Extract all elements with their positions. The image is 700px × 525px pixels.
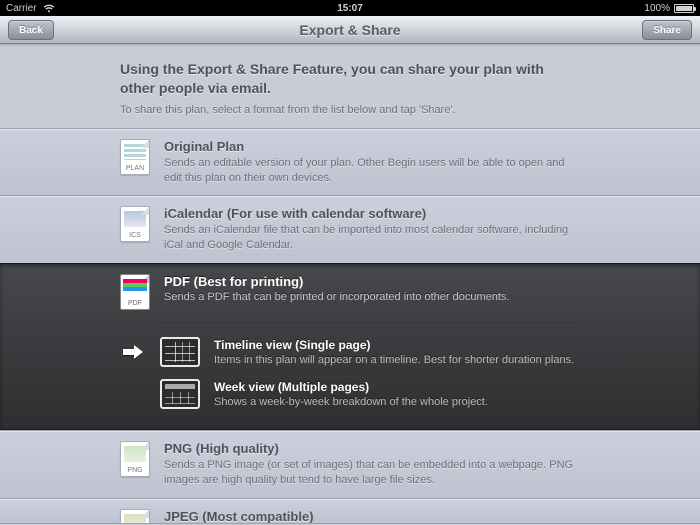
format-title: iCalendar (For use with calendar softwar… [164, 206, 580, 221]
file-jpeg-icon [120, 509, 150, 524]
format-desc: Sends a PDF that can be printed or incor… [164, 291, 509, 303]
option-title: Timeline view (Single page) [214, 338, 574, 352]
option-title: Week view (Multiple pages) [214, 380, 488, 394]
format-title: Original Plan [164, 139, 580, 154]
format-row-png[interactable]: PNG PNG (High quality) Sends a PNG image… [0, 430, 700, 498]
battery-icon [674, 4, 694, 13]
option-desc: Items in this plan will appear on a time… [214, 354, 574, 366]
format-title: JPEG (Most compatible) [164, 509, 580, 524]
page-title: Export & Share [299, 22, 400, 38]
file-badge: PNG [127, 467, 142, 474]
format-title: PNG (High quality) [164, 441, 580, 456]
content-scroll[interactable]: Using the Export & Share Feature, you ca… [0, 44, 700, 525]
file-badge: PLAN [126, 165, 144, 172]
wifi-icon [43, 4, 55, 13]
status-bar: Carrier 15:07 100% [0, 0, 700, 16]
file-plan-icon: PLAN [120, 139, 150, 175]
file-png-icon: PNG [120, 441, 150, 477]
share-button[interactable]: Share [642, 20, 692, 40]
file-ics-icon: ICS [120, 206, 150, 242]
format-row-pdf-selected[interactable]: PDF PDF (Best for printing) Sends a PDF … [0, 263, 700, 430]
format-title: PDF (Best for printing) [164, 274, 509, 289]
intro-block: Using the Export & Share Feature, you ca… [0, 44, 700, 128]
carrier-label: Carrier [6, 3, 37, 14]
format-row-jpeg[interactable]: JPEG (Most compatible) [0, 498, 700, 524]
divider [160, 322, 580, 323]
pdf-option-timeline[interactable]: Timeline view (Single page) Items in thi… [120, 333, 580, 375]
file-badge: ICS [129, 232, 141, 239]
status-time: 15:07 [337, 3, 363, 14]
nav-bar: Back Export & Share Share [0, 16, 700, 44]
selected-arrow-icon [120, 344, 146, 360]
week-thumb-icon [160, 379, 200, 409]
format-row-icalendar[interactable]: ICS iCalendar (For use with calendar sof… [0, 195, 700, 263]
pdf-option-week[interactable]: Week view (Multiple pages) Shows a week-… [120, 375, 580, 417]
format-desc: Sends a PNG image (or set of images) tha… [164, 458, 580, 488]
intro-title: Using the Export & Share Feature, you ca… [120, 60, 580, 98]
format-row-plan[interactable]: PLAN Original Plan Sends an editable ver… [0, 128, 700, 196]
file-badge: PDF [121, 300, 149, 307]
battery-percent: 100% [644, 3, 670, 14]
back-button[interactable]: Back [8, 20, 54, 40]
timeline-thumb-icon [160, 337, 200, 367]
format-desc: Sends an iCalendar file that can be impo… [164, 223, 580, 253]
file-pdf-icon: PDF [120, 274, 150, 310]
option-desc: Shows a week-by-week breakdown of the wh… [214, 396, 488, 408]
format-desc: Sends an editable version of your plan. … [164, 156, 580, 186]
intro-subtitle: To share this plan, select a format from… [120, 104, 580, 116]
